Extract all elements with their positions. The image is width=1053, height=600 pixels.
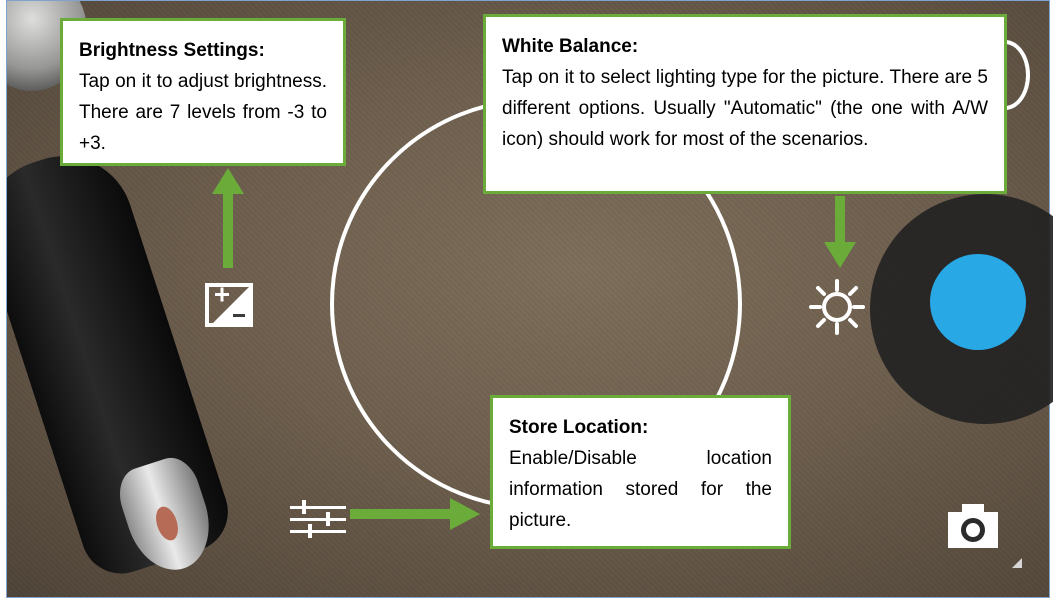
- camera-switch-icon[interactable]: [944, 498, 1002, 552]
- callout-body: Tap on it to adjust brightness. There ar…: [79, 71, 327, 154]
- settings-sliders-icon[interactable]: [286, 496, 350, 544]
- callout-body: Tap on it to select lighting type for th…: [502, 67, 988, 150]
- callout-title: Brightness Settings:: [79, 40, 265, 61]
- callout-title: Store Location:: [509, 417, 649, 438]
- arrow-to-store-location-icon: [350, 498, 480, 530]
- arrow-to-brightness-icon: [212, 168, 244, 268]
- store-location-callout: Store Location: Enable/Disable location …: [490, 395, 791, 549]
- callout-title: White Balance:: [502, 36, 639, 57]
- corner-indicator-icon: [1012, 558, 1022, 568]
- shutter-button[interactable]: [930, 254, 1026, 350]
- callout-body: Enable/Disable location information stor…: [509, 448, 772, 531]
- exposure-compensation-icon[interactable]: [205, 283, 253, 327]
- brightness-callout: Brightness Settings: Tap on it to adjust…: [60, 18, 346, 166]
- white-balance-callout: White Balance: Tap on it to select light…: [483, 14, 1007, 194]
- arrow-to-white-balance-icon: [824, 196, 856, 268]
- white-balance-sun-icon[interactable]: [808, 278, 866, 336]
